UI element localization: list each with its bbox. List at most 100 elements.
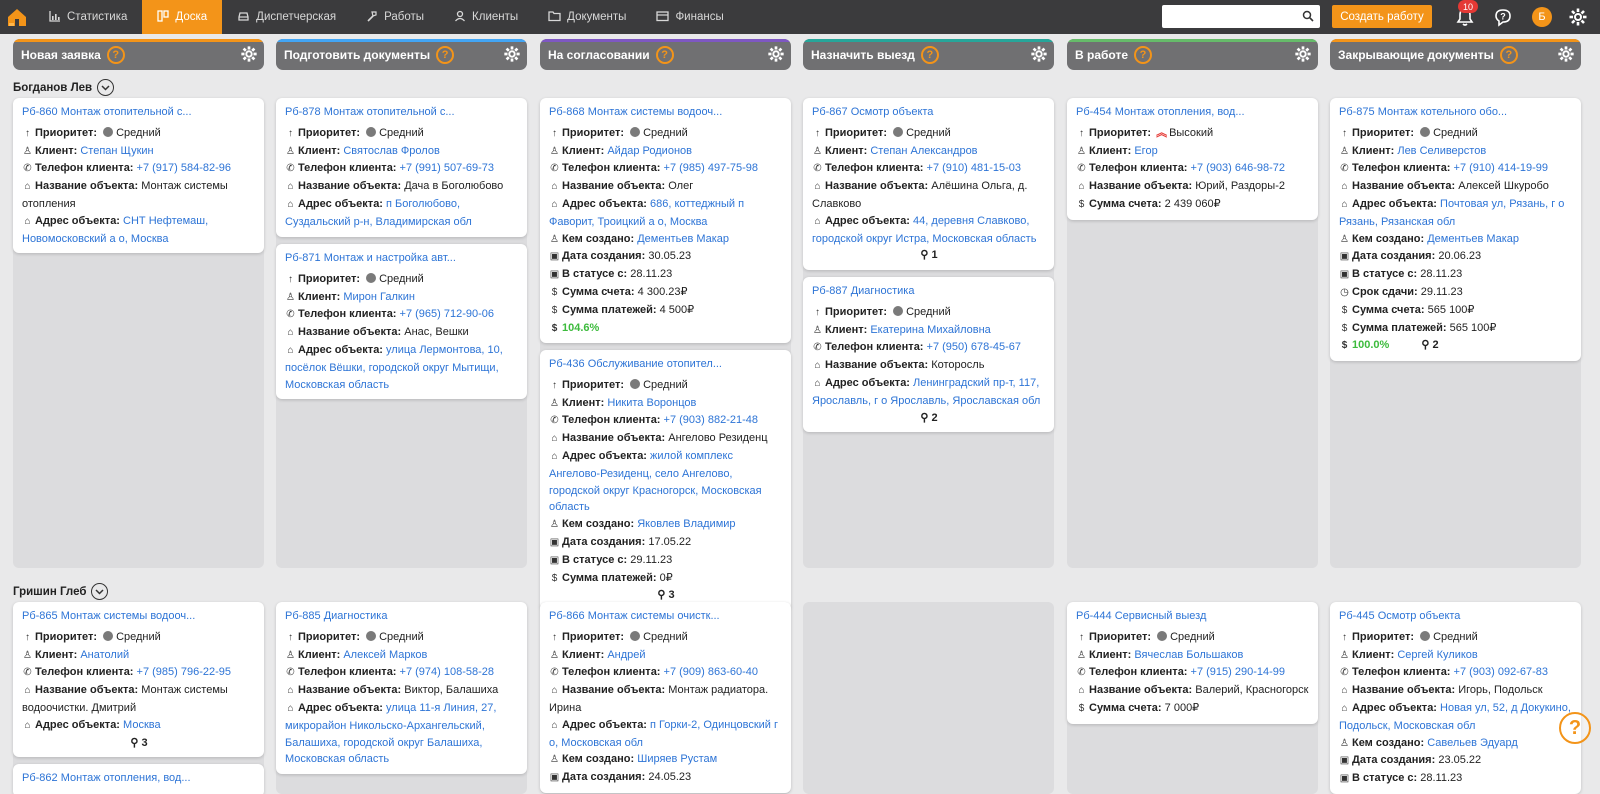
field-link[interactable]: +7 (985) 796-22-95 <box>137 666 231 678</box>
work-card[interactable]: Рб-867 Осмотр объекта ↑ Приоритет: Средний… <box>803 98 1054 271</box>
nav-item-5[interactable]: Документы <box>533 0 641 34</box>
field-link[interactable]: Яковлев Владимир <box>637 518 735 530</box>
work-card[interactable]: Рб-885 Диагностика ↑ Приоритет: Средний ♙ Кл… <box>276 602 527 775</box>
work-card-title-link[interactable]: Рб-865 Монтаж системы водооч... <box>22 608 256 625</box>
nav-item-6[interactable]: Финансы <box>641 0 738 34</box>
field-link[interactable]: +7 (950) 678-45-67 <box>927 341 1021 353</box>
column-settings-gear-icon[interactable] <box>1030 45 1048 66</box>
attachments-count[interactable]: ⚲ 1 <box>812 247 1046 264</box>
field-link[interactable]: +7 (909) 863-60-40 <box>664 666 758 678</box>
column-settings-gear-icon[interactable] <box>503 45 521 66</box>
chevron-down-icon[interactable] <box>97 79 115 96</box>
field-link[interactable]: +7 (903) 882-21-48 <box>664 414 758 426</box>
field-link[interactable]: +7 (910) 414-19-99 <box>1454 162 1548 174</box>
work-card-title-link[interactable]: Рб-885 Диагностика <box>285 608 519 625</box>
field-link[interactable]: +7 (903) 646-98-72 <box>1191 162 1285 174</box>
work-card[interactable]: Рб-436 Обслуживание отопител... ↑ Приорите… <box>540 350 791 611</box>
help-icon[interactable]: ? <box>106 45 125 64</box>
work-card[interactable]: Рб-875 Монтаж котельного обо... ↑ Приорите… <box>1330 98 1581 362</box>
field-link[interactable]: +7 (910) 481-15-03 <box>927 162 1021 174</box>
field-link[interactable]: Лев Селиверстов <box>1397 145 1486 157</box>
create-work-button[interactable]: Создать работу <box>1332 5 1432 28</box>
work-card-title-link[interactable]: Рб-868 Монтаж системы водооч... <box>549 104 783 121</box>
search-input[interactable] <box>1162 5 1320 28</box>
help-button[interactable]: ? <box>1559 712 1591 744</box>
nav-item-2[interactable]: Диспетчерская <box>222 0 351 34</box>
help-icon[interactable]: ? <box>1499 45 1518 64</box>
field-link[interactable]: +7 (985) 497-75-98 <box>664 162 758 174</box>
nav-item-1[interactable]: Доска <box>142 0 223 34</box>
nav-item-0[interactable]: Статистика <box>34 0 142 34</box>
column-settings-gear-icon[interactable] <box>1294 45 1312 66</box>
work-card-title-link[interactable]: Рб-866 Монтаж системы очистк... <box>549 608 783 625</box>
help-icon[interactable]: ? <box>436 45 455 64</box>
work-card[interactable]: Рб-871 Монтаж и настройка авт... ↑ Приорит… <box>276 244 527 400</box>
work-card-title-link[interactable]: Рб-867 Осмотр объекта <box>812 104 1046 121</box>
column-settings-gear-icon[interactable] <box>1557 45 1575 66</box>
work-card[interactable]: Рб-868 Монтаж системы водооч... ↑ Приорите… <box>540 98 791 344</box>
field-link[interactable]: +7 (965) 712-90-06 <box>400 308 494 320</box>
support-icon[interactable]: ? <box>1493 7 1514 28</box>
field-link[interactable]: +7 (903) 092-67-83 <box>1454 666 1548 678</box>
field-link[interactable]: Егор <box>1134 145 1157 157</box>
field-link[interactable]: Анатолий <box>80 649 129 661</box>
field-link[interactable]: +7 (917) 584-82-96 <box>137 162 231 174</box>
nav-item-4[interactable]: Клиенты <box>439 0 533 34</box>
work-card-title-link[interactable]: Рб-871 Монтаж и настройка авт... <box>285 250 519 267</box>
field-link[interactable]: Андрей <box>607 649 645 661</box>
field-link[interactable]: Алексей Марков <box>343 649 427 661</box>
work-card-title-link[interactable]: Рб-860 Монтаж отопительной с... <box>22 104 256 121</box>
field-link[interactable]: Савельев Эдуард <box>1427 737 1518 749</box>
field-link[interactable]: Мирон Галкин <box>343 291 415 303</box>
attachments-count[interactable]: ⚲ 3 <box>22 735 256 752</box>
field-link[interactable]: Степан Щукин <box>80 145 153 157</box>
work-card-title-link[interactable]: Рб-875 Монтаж котельного обо... <box>1339 104 1573 121</box>
field-link[interactable]: Айдар Родионов <box>607 145 692 157</box>
work-card[interactable]: Рб-878 Монтаж отопительной с... ↑ Приорите… <box>276 98 527 237</box>
work-card[interactable]: Рб-866 Монтаж системы очистк... ↑ Приорите… <box>540 602 791 793</box>
help-icon[interactable]: ? <box>655 45 674 64</box>
nav-item-3[interactable]: Работы <box>351 0 439 34</box>
field-link[interactable]: Вячеслав Большаков <box>1134 649 1243 661</box>
work-card-title-link[interactable]: Рб-436 Обслуживание отопител... <box>549 356 783 373</box>
field-link[interactable]: Дементьев Макар <box>1427 233 1519 245</box>
work-card-title-link[interactable]: Рб-887 Диагностика <box>812 283 1046 300</box>
chart-icon <box>49 10 61 25</box>
work-card[interactable]: Рб-860 Монтаж отопительной с... ↑ Приорите… <box>13 98 264 254</box>
column-settings-gear-icon[interactable] <box>240 45 258 66</box>
work-card-title-link[interactable]: Рб-862 Монтаж отопления, вод... <box>22 770 256 787</box>
work-card-title-link[interactable]: Рб-878 Монтаж отопительной с... <box>285 104 519 121</box>
field-link[interactable]: +7 (991) 507-69-73 <box>400 162 494 174</box>
field-link[interactable]: Святослав Фролов <box>343 145 439 157</box>
field-link[interactable]: Никита Воронцов <box>607 397 696 409</box>
help-icon[interactable]: ? <box>1134 45 1152 64</box>
field-link[interactable]: +7 (915) 290-14-99 <box>1191 666 1285 678</box>
group-title[interactable]: Гришин Глеб <box>13 583 109 600</box>
chevron-down-icon[interactable] <box>91 583 109 600</box>
logo-icon[interactable] <box>0 0 34 34</box>
field-link[interactable]: Сергей Куликов <box>1397 649 1477 661</box>
avatar[interactable]: Б <box>1532 7 1552 27</box>
work-card-title-link[interactable]: Рб-454 Монтаж отопления, вод... <box>1076 104 1310 121</box>
work-card[interactable]: Рб-444 Сервисный выезд ↑ Приоритет: Средни… <box>1067 602 1318 724</box>
group-title[interactable]: Богданов Лев <box>13 79 115 96</box>
field-link[interactable]: Ширяев Рустам <box>637 753 717 765</box>
field-link[interactable]: Москва <box>123 719 161 731</box>
work-card[interactable]: Рб-887 Диагностика ↑ Приоритет: Средний ♙ Кл… <box>803 277 1054 433</box>
work-card[interactable]: Рб-454 Монтаж отопления, вод... ↑ Приорите… <box>1067 98 1318 220</box>
settings-gear-icon[interactable] <box>1568 7 1588 27</box>
field-link[interactable]: Дементьев Макар <box>637 233 729 245</box>
work-card[interactable]: Рб-865 Монтаж системы водооч... ↑ Приорите… <box>13 602 264 758</box>
work-card[interactable]: Рб-445 Осмотр объекта ↑ Приоритет: Средний… <box>1330 602 1581 794</box>
attachments-count[interactable]: ⚲ 2 <box>1421 339 1438 351</box>
field-link[interactable]: Степан Александров <box>870 145 977 157</box>
help-icon[interactable]: ? <box>920 45 939 64</box>
attachments-count[interactable]: ⚲ 2 <box>812 410 1046 427</box>
field-link[interactable]: Екатерина Михайловна <box>870 324 990 336</box>
work-card-title-link[interactable]: Рб-444 Сервисный выезд <box>1076 608 1310 625</box>
field-link[interactable]: +7 (974) 108-58-28 <box>400 666 494 678</box>
work-card[interactable]: Рб-862 Монтаж отопления, вод... <box>13 764 264 794</box>
card-field-row: ⌂ Адрес объекта: улица Лермонтова, 10, по… <box>285 342 519 393</box>
column-settings-gear-icon[interactable] <box>767 45 785 66</box>
work-card-title-link[interactable]: Рб-445 Осмотр объекта <box>1339 608 1573 625</box>
